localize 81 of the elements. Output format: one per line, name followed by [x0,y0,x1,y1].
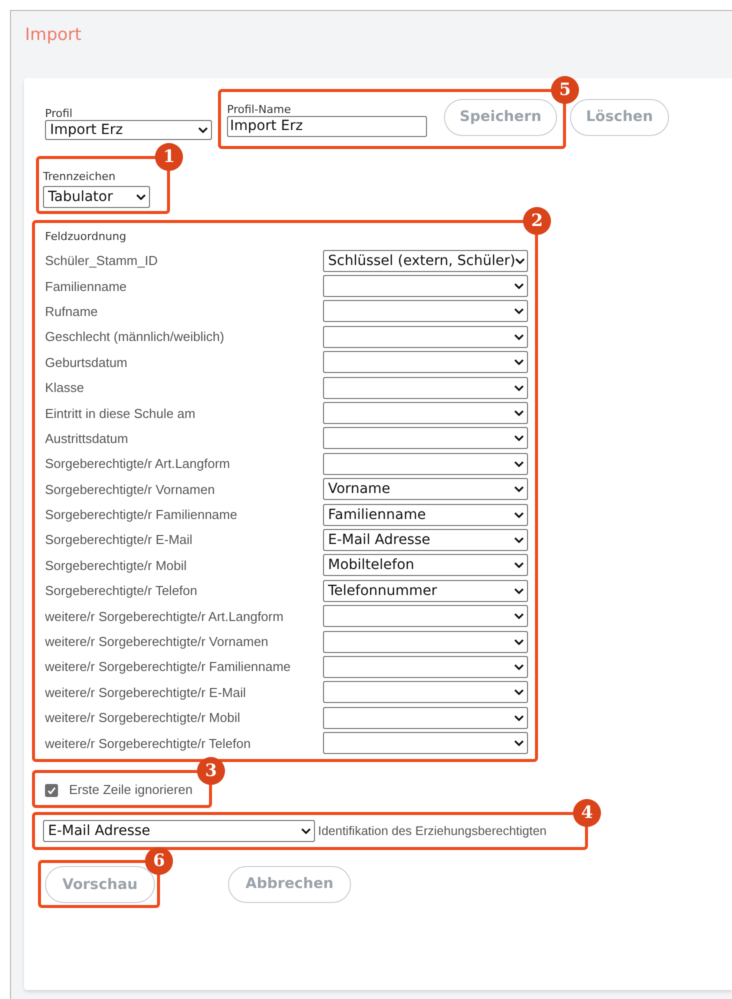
caret-icon [514,588,524,594]
dropdown[interactable] [323,402,528,424]
dropdown[interactable] [323,326,528,348]
dropdown[interactable]: Telefonnummer [323,580,528,602]
dropdown[interactable]: Schlüssel (extern, Schüler) [323,250,528,272]
caret-icon [514,384,524,391]
dropdown[interactable] [323,706,528,729]
callout-badge: 3 [197,757,225,785]
page-title: Import [25,25,82,45]
caret-icon [514,359,524,366]
caret-icon [514,308,524,314]
field-label: Eintritt in diese Schule am [45,406,196,421]
field-label: Familienname [45,278,128,294]
field-label: Sorgeberechtigte/r Familienname [45,507,238,522]
field-label: weitere/r Sorgeberechtigte/r Mobil [45,710,242,726]
callout-badge: 2 [523,207,551,235]
callout-badge: 5 [551,76,579,104]
field-label: Sorgeberechtigte/r E-Mail [45,532,194,548]
dropdown[interactable]: Familienname [323,504,528,526]
caret-icon [514,613,524,620]
dropdown[interactable] [323,452,528,475]
dropdown[interactable]: Vorname [323,478,528,500]
field-label: Profil [45,106,74,120]
field-label: Sorgeberechtigte/r Art.Langform [45,456,231,472]
dropdown[interactable] [323,732,528,754]
dropdown[interactable]: E-Mail Adresse [323,528,528,551]
field-label: weitere/r Sorgeberechtigte/r Familienname [45,659,292,674]
field-label: Austrittsdatum [45,430,130,446]
dropdown[interactable] [323,427,528,450]
field-label: Rufname [45,304,99,319]
caret-icon [198,126,208,132]
callout-badge: 1 [155,143,183,171]
field-label: Sorgeberechtigte/r Vornamen [45,482,216,497]
caret-icon [514,283,524,290]
callout-badge: 4 [573,799,601,827]
dropdown[interactable] [323,376,528,399]
caret-icon [136,194,146,200]
checkbox[interactable] [45,784,58,797]
dropdown[interactable]: Tabulator [43,186,150,208]
field-label: Geschlecht (männlich/weiblich) [45,329,226,344]
caret-icon [301,828,311,834]
field-label: Geburtsdatum [45,354,128,370]
field-label: Sorgeberechtigte/r Mobil [45,558,188,573]
caret-icon [514,740,524,746]
field-label: Identifikation des Erziehungsberechtigten [318,824,547,838]
field-label: Profil-Name [227,102,292,116]
caret-icon [514,410,524,416]
caret-icon [514,334,524,340]
caret-icon [514,486,524,492]
dropdown[interactable] [323,275,528,298]
caret-icon [514,689,524,696]
checkbox-label: Erste Zeile ignorieren [69,782,193,796]
dropdown[interactable]: Mobiltelefon [323,554,528,576]
field-label: weitere/r Sorgeberechtigte/r Telefon [45,736,252,751]
callout-badge: 6 [145,847,173,875]
input-field[interactable]: Import Erz [227,116,427,136]
caret-icon [514,512,524,518]
dropdown[interactable] [323,656,528,678]
field-label: weitere/r Sorgeberechtigte/r Vornamen [45,634,270,650]
field-label: weitere/r Sorgeberechtigte/r E-Mail [45,684,247,700]
caret-icon [514,562,524,568]
caret-icon [515,258,526,264]
caret-icon [514,638,524,645]
dropdown[interactable]: E-Mail Adresse [43,820,315,842]
field-label: Trennzeichen [43,170,116,183]
dropdown[interactable] [323,630,528,653]
field-label: Sorgeberechtigte/r Telefon [45,583,198,598]
field-label: Schüler_Stamm_ID [45,253,159,268]
dropdown[interactable] [323,681,528,704]
field-label: weitere/r Sorgeberechtigte/r Art.Langform [45,608,284,624]
field-label: Klasse [45,380,86,396]
caret-icon [514,714,524,721]
section-title: Feldzuordnung [45,230,128,243]
caret-icon [514,460,524,467]
caret-icon [514,664,524,670]
caret-icon [514,435,524,442]
dropdown[interactable]: Import Erz [45,120,212,140]
dropdown[interactable] [323,351,528,374]
dropdown[interactable] [323,605,528,628]
dropdown[interactable] [323,300,528,322]
caret-icon [514,536,524,543]
